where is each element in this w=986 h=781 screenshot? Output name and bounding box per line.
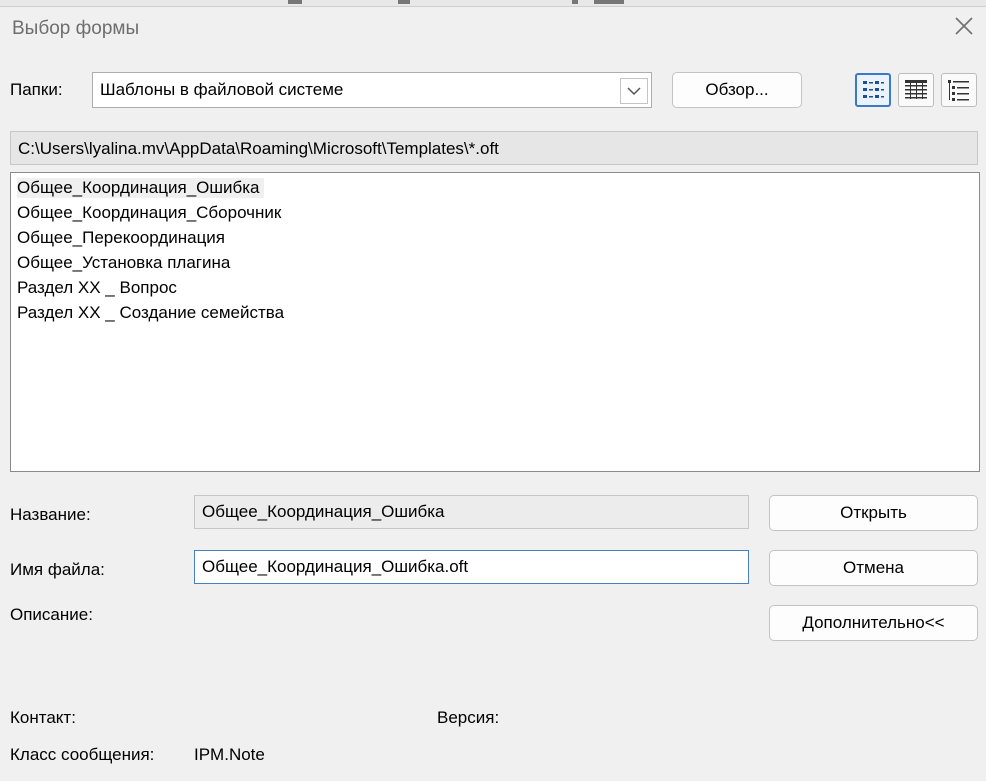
close-button[interactable]	[948, 10, 980, 42]
list-view-icon	[905, 80, 927, 99]
folders-dropdown-value: Шаблоны в файловой системе	[100, 80, 344, 99]
window-title: Выбор формы	[12, 18, 140, 39]
name-value: Общее_Координация_Ошибка	[202, 502, 445, 521]
browse-button[interactable]: Обзор...	[672, 72, 802, 108]
list-item[interactable]: Общее_Перекоординация	[17, 228, 225, 248]
path-text: C:\Users\lyalina.mv\AppData\Roaming\Micr…	[18, 139, 499, 158]
contact-label: Контакт:	[10, 708, 76, 727]
list-item[interactable]: Раздел ХХ _ Создание семейства	[17, 303, 284, 323]
file-name-value: Общее_Координация_Ошибка.oft	[202, 557, 469, 576]
forms-list[interactable]: Общее_Координация_Ошибка Общее_Координац…	[10, 172, 980, 472]
list-item[interactable]: Общее_Установка плагина	[17, 253, 230, 273]
advanced-button[interactable]: Дополнительно<<	[769, 605, 978, 641]
list-item[interactable]: Общее_Координация_Сборочник	[17, 203, 281, 223]
list-item[interactable]: Раздел ХХ _ Вопрос	[17, 278, 177, 298]
list-item[interactable]: Общее_Координация_Ошибка	[17, 178, 264, 198]
name-label: Название:	[10, 505, 91, 524]
message-class-value: IPM.Note	[194, 745, 265, 764]
icons-view-button[interactable]	[855, 73, 891, 107]
close-icon	[955, 17, 973, 35]
details-view-icon	[948, 80, 969, 101]
version-label: Версия:	[437, 708, 500, 727]
file-name-label: Имя файла:	[10, 560, 105, 579]
cancel-button[interactable]: Отмена	[769, 550, 978, 586]
list-view-button[interactable]	[898, 73, 934, 107]
icons-view-icon	[863, 81, 884, 98]
open-button[interactable]: Открыть	[769, 495, 978, 531]
folders-label: Папки:	[10, 80, 63, 99]
background-window-strip	[0, 0, 986, 7]
folders-dropdown-button[interactable]	[620, 78, 648, 104]
description-label: Описание:	[10, 605, 93, 624]
message-class-label: Класс сообщения:	[10, 745, 155, 764]
details-view-button[interactable]	[941, 73, 977, 107]
chevron-down-icon	[627, 87, 641, 96]
